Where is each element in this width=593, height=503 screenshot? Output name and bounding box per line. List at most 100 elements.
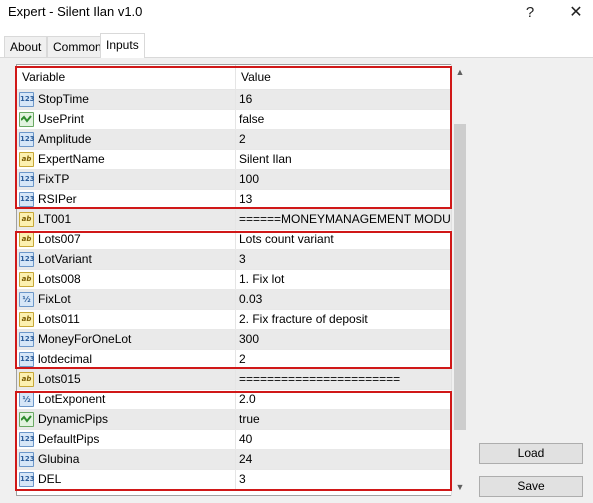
value-cell[interactable]: 0.03 (236, 290, 451, 309)
tab-about[interactable]: About (4, 36, 48, 57)
value-cell[interactable]: ======================= (236, 370, 451, 389)
grid-scrollbar[interactable]: ▲ ▼ (451, 64, 468, 496)
variable-cell[interactable]: ab ExpertName (17, 150, 236, 169)
title-bar: Expert - Silent Ilan v1.0 ? ✕ (0, 0, 593, 26)
table-row[interactable]: DynamicPips true (17, 410, 451, 430)
value-cell[interactable]: 16 (236, 90, 451, 109)
save-button[interactable]: Save (479, 476, 583, 497)
variable-name: FixLot (38, 292, 71, 306)
variable-cell[interactable]: 123 StopTime (17, 90, 236, 109)
integer-type-icon: 123 (19, 132, 35, 147)
value-cell[interactable]: Silent Ilan (236, 150, 451, 169)
variable-name: Lots008 (38, 272, 81, 286)
value-cell[interactable]: true (236, 410, 451, 429)
table-row[interactable]: 123 DefaultPips 40 (17, 430, 451, 450)
inputs-grid: Variable Value 123 StopTime 16 UsePrint fals… (16, 64, 468, 496)
value-cell[interactable]: 40 (236, 430, 451, 449)
table-row[interactable]: ½ LotExponent 2.0 (17, 390, 451, 410)
close-button[interactable]: ✕ (556, 0, 593, 26)
boolean-type-icon (19, 112, 34, 127)
value-cell[interactable]: 2. Fix fracture of deposit (236, 310, 451, 329)
tab-common[interactable]: Common (47, 36, 108, 57)
table-row[interactable]: ab LT001 ======MONEYMANAGEMENT MODULE... (17, 210, 451, 230)
value-cell[interactable]: 13 (236, 190, 451, 209)
string-type-icon: ab (19, 152, 34, 167)
value-cell[interactable]: 3 (236, 470, 451, 489)
variable-cell[interactable]: 123 FixTP (17, 170, 236, 189)
variable-cell[interactable]: ab Lots015 (17, 370, 236, 389)
value-cell[interactable]: 3 (236, 250, 451, 269)
variable-cell[interactable]: 123 Amplitude (17, 130, 236, 149)
value-cell[interactable]: false (236, 110, 451, 129)
variable-cell[interactable]: 123 DEL (17, 470, 236, 489)
variable-name: LotVariant (38, 252, 92, 266)
help-button[interactable]: ? (510, 0, 550, 26)
value-cell[interactable]: 2.0 (236, 390, 451, 409)
value-cell[interactable]: Lots count variant (236, 230, 451, 249)
table-row[interactable]: 123 LotVariant 3 (17, 250, 451, 270)
table-row[interactable]: ab Lots011 2. Fix fracture of deposit (17, 310, 451, 330)
variable-name: Glubina (38, 452, 80, 466)
grid-header: Variable Value (17, 65, 451, 90)
table-row[interactable]: 123 Glubina 24 (17, 450, 451, 470)
boolean-type-icon (19, 412, 34, 427)
string-type-icon: ab (19, 232, 34, 247)
table-row[interactable]: 123 RSIPer 13 (17, 190, 451, 210)
grid-rows: 123 StopTime 16 UsePrint false 123 Amplitude 2 a… (17, 90, 451, 490)
scroll-down-arrow-icon[interactable]: ▼ (452, 479, 468, 496)
table-row[interactable]: 123 StopTime 16 (17, 90, 451, 110)
variable-cell[interactable]: 123 RSIPer (17, 190, 236, 209)
variable-cell[interactable]: 123 LotVariant (17, 250, 236, 269)
value-cell[interactable]: 24 (236, 450, 451, 469)
double-type-icon: ½ (19, 292, 34, 307)
table-row[interactable]: 123 MoneyForOneLot 300 (17, 330, 451, 350)
variable-cell[interactable]: ½ FixLot (17, 290, 236, 309)
value-cell[interactable]: ======MONEYMANAGEMENT MODULE... (236, 210, 451, 229)
variable-name: ExpertName (38, 152, 105, 166)
variable-cell[interactable]: UsePrint (17, 110, 236, 129)
header-variable[interactable]: Variable (17, 65, 236, 89)
variable-cell[interactable]: 123 lotdecimal (17, 350, 236, 369)
value-cell[interactable]: 2 (236, 350, 451, 369)
table-row[interactable]: 123 Amplitude 2 (17, 130, 451, 150)
table-row[interactable]: 123 DEL 3 (17, 470, 451, 490)
variable-cell[interactable]: ab Lots007 (17, 230, 236, 249)
table-row[interactable]: ab Lots015 ======================= (17, 370, 451, 390)
integer-type-icon: 123 (19, 432, 35, 447)
value-cell[interactable]: 1. Fix lot (236, 270, 451, 289)
variable-cell[interactable]: 123 MoneyForOneLot (17, 330, 236, 349)
variable-cell[interactable]: DynamicPips (17, 410, 236, 429)
integer-type-icon: 123 (19, 452, 35, 467)
tab-inputs[interactable]: Inputs (100, 33, 145, 58)
table-row[interactable]: ab ExpertName Silent Ilan (17, 150, 451, 170)
integer-type-icon: 123 (19, 172, 35, 187)
value-cell[interactable]: 100 (236, 170, 451, 189)
scroll-up-arrow-icon[interactable]: ▲ (452, 64, 468, 81)
variable-cell[interactable]: ab Lots011 (17, 310, 236, 329)
variable-name: DefaultPips (38, 432, 100, 446)
value-cell[interactable]: 2 (236, 130, 451, 149)
variable-cell[interactable]: ½ LotExponent (17, 390, 236, 409)
variable-name: Amplitude (38, 132, 92, 146)
variable-name: FixTP (38, 172, 70, 186)
table-row[interactable]: ab Lots007 Lots count variant (17, 230, 451, 250)
table-row[interactable]: UsePrint false (17, 110, 451, 130)
variable-name: Lots007 (38, 232, 81, 246)
header-value[interactable]: Value (236, 65, 451, 89)
variable-name: Lots011 (38, 312, 80, 326)
variable-name: DEL (38, 472, 62, 486)
variable-cell[interactable]: ab Lots008 (17, 270, 236, 289)
variable-cell[interactable]: 123 DefaultPips (17, 430, 236, 449)
variable-name: lotdecimal (38, 352, 93, 366)
table-row[interactable]: 123 FixTP 100 (17, 170, 451, 190)
integer-type-icon: 123 (19, 472, 35, 487)
table-row[interactable]: ab Lots008 1. Fix lot (17, 270, 451, 290)
load-button[interactable]: Load (479, 443, 583, 464)
table-row[interactable]: ½ FixLot 0.03 (17, 290, 451, 310)
variable-cell[interactable]: 123 Glubina (17, 450, 236, 469)
variable-name: Lots015 (38, 372, 81, 386)
value-cell[interactable]: 300 (236, 330, 451, 349)
table-row[interactable]: 123 lotdecimal 2 (17, 350, 451, 370)
variable-cell[interactable]: ab LT001 (17, 210, 236, 229)
scroll-thumb[interactable] (454, 124, 466, 430)
